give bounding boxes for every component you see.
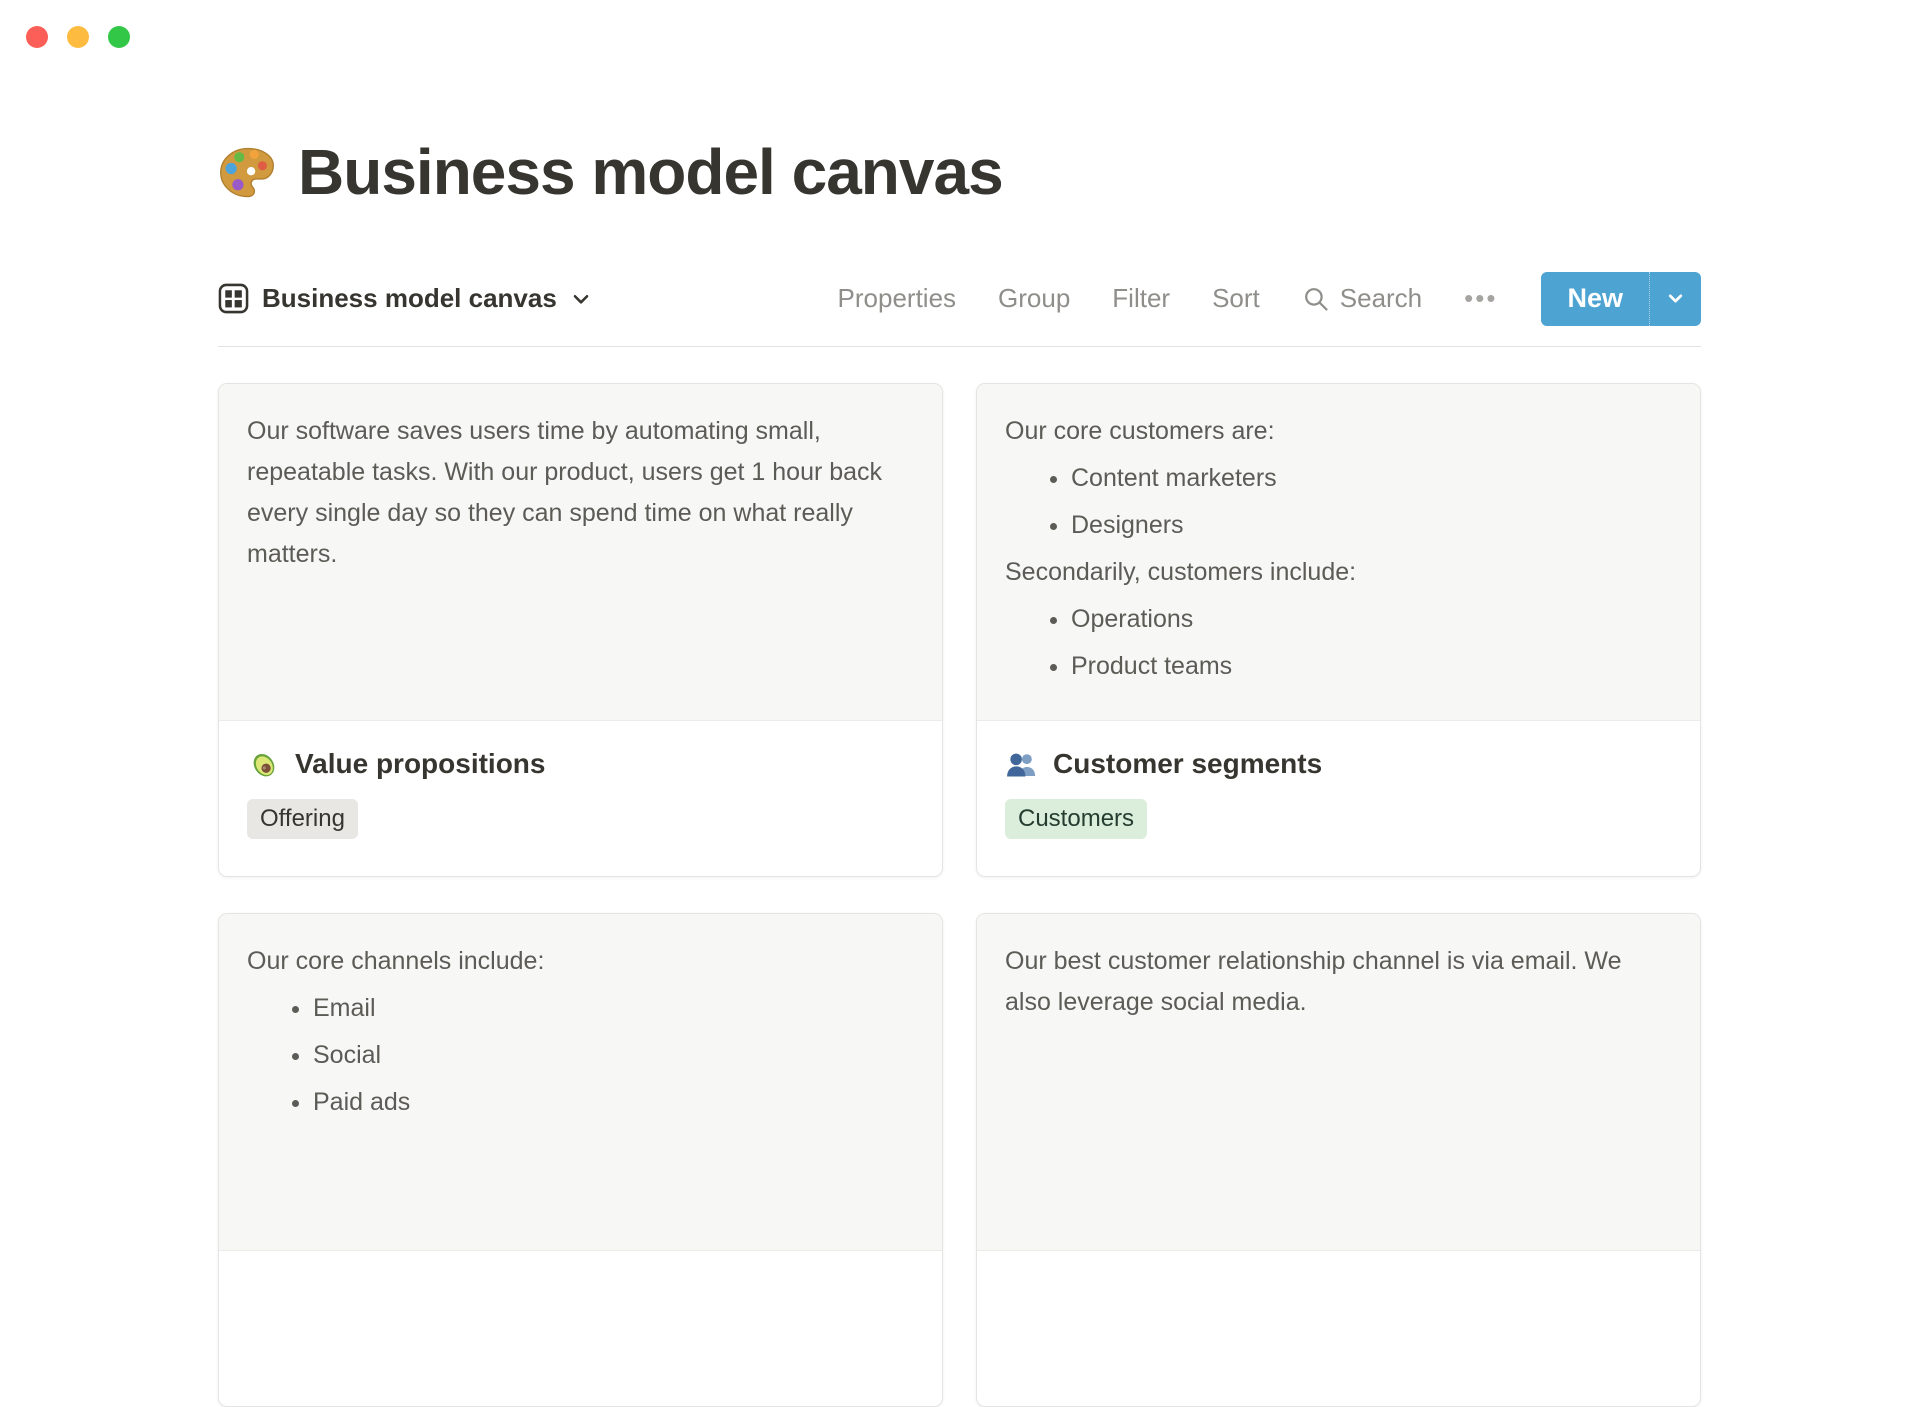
card-title: Customer segments (1053, 748, 1323, 780)
gallery-grid: Our software saves users time by automat… (218, 382, 1701, 1407)
minimize-window-button[interactable] (67, 26, 89, 48)
preview-bullet-list: Operations Product teams (1005, 599, 1672, 687)
new-dropdown-button[interactable] (1649, 271, 1701, 326)
card-preview: Our software saves users time by automat… (219, 383, 942, 721)
card-preview: Our best customer relationship channel i… (977, 913, 1700, 1251)
gallery-card[interactable]: Our core customers are: Content marketers… (976, 382, 1701, 877)
chevron-down-icon (570, 288, 592, 310)
close-window-button[interactable] (26, 26, 48, 48)
filter-button[interactable]: Filter (1112, 283, 1170, 314)
page-body: Business model canvas Business model can… (218, 0, 1701, 1407)
preview-bullet-item: Designers (1071, 505, 1672, 546)
preview-bullet-item: Email (313, 988, 914, 1029)
window-controls (26, 26, 130, 48)
preview-bullet-list: Email Social Paid ads (247, 988, 914, 1123)
preview-paragraph: Our core customers are: (1005, 416, 1275, 445)
gallery-card[interactable]: Our core channels include: Email Social Pai… (218, 912, 943, 1407)
preview-bullet-item: Paid ads (313, 1082, 914, 1123)
preview-bullet-item: Operations (1071, 599, 1672, 640)
preview-bullet-item: Social (313, 1035, 914, 1076)
card-footer: Value propositions Offering (219, 721, 942, 839)
card-footer: Customer segments Customers (977, 721, 1700, 839)
tag-offering: Offering (247, 798, 358, 839)
card-title: Value propositions (295, 748, 546, 780)
preview-paragraph: Our core channels include: (247, 946, 545, 975)
view-selector[interactable]: Business model canvas (218, 283, 592, 314)
preview-bullet-item: Content marketers (1071, 458, 1672, 499)
preview-bullet-list: Content marketers Designers (1005, 458, 1672, 546)
group-button[interactable]: Group (998, 283, 1070, 314)
gallery-card[interactable]: Our software saves users time by automat… (218, 382, 943, 877)
busts-icon (1005, 748, 1038, 781)
tag-customers: Customers (1005, 798, 1148, 839)
palette-icon[interactable] (218, 144, 276, 202)
preview-paragraph: Secondarily, customers include: (1005, 557, 1357, 586)
card-preview: Our core channels include: Email Social Pai… (219, 913, 942, 1251)
card-tags: Offering (247, 798, 914, 839)
sort-button[interactable]: Sort (1212, 283, 1260, 314)
view-selector-label: Business model canvas (262, 283, 557, 314)
zoom-window-button[interactable] (108, 26, 130, 48)
more-options-button[interactable]: ••• (1464, 283, 1497, 314)
preview-bullet-item: Product teams (1071, 646, 1672, 687)
page-header: Business model canvas (218, 136, 1701, 210)
view-toolbar: Business model canvas Properties Group F… (218, 271, 1701, 347)
avocado-icon (247, 748, 280, 781)
card-title-row: Value propositions (247, 748, 914, 781)
properties-button[interactable]: Properties (838, 283, 957, 314)
card-tags: Customers (1005, 798, 1672, 839)
page-title[interactable]: Business model canvas (298, 136, 1004, 210)
new-button-label[interactable]: New (1541, 272, 1649, 326)
card-preview: Our core customers are: Content marketers… (977, 383, 1700, 721)
gallery-view-icon (218, 283, 249, 314)
gallery-card[interactable]: Our best customer relationship channel i… (976, 912, 1701, 1407)
preview-paragraph: Our best customer relationship channel i… (1005, 946, 1622, 1016)
card-title-row: Customer segments (1005, 748, 1672, 781)
new-button[interactable]: New (1541, 271, 1701, 326)
toolbar-menu: Properties Group Filter Sort Search ••• … (838, 271, 1701, 326)
preview-paragraph: Our software saves users time by automat… (247, 416, 883, 568)
search-button[interactable]: Search (1302, 283, 1422, 314)
search-label: Search (1339, 283, 1423, 314)
search-icon (1302, 285, 1330, 313)
